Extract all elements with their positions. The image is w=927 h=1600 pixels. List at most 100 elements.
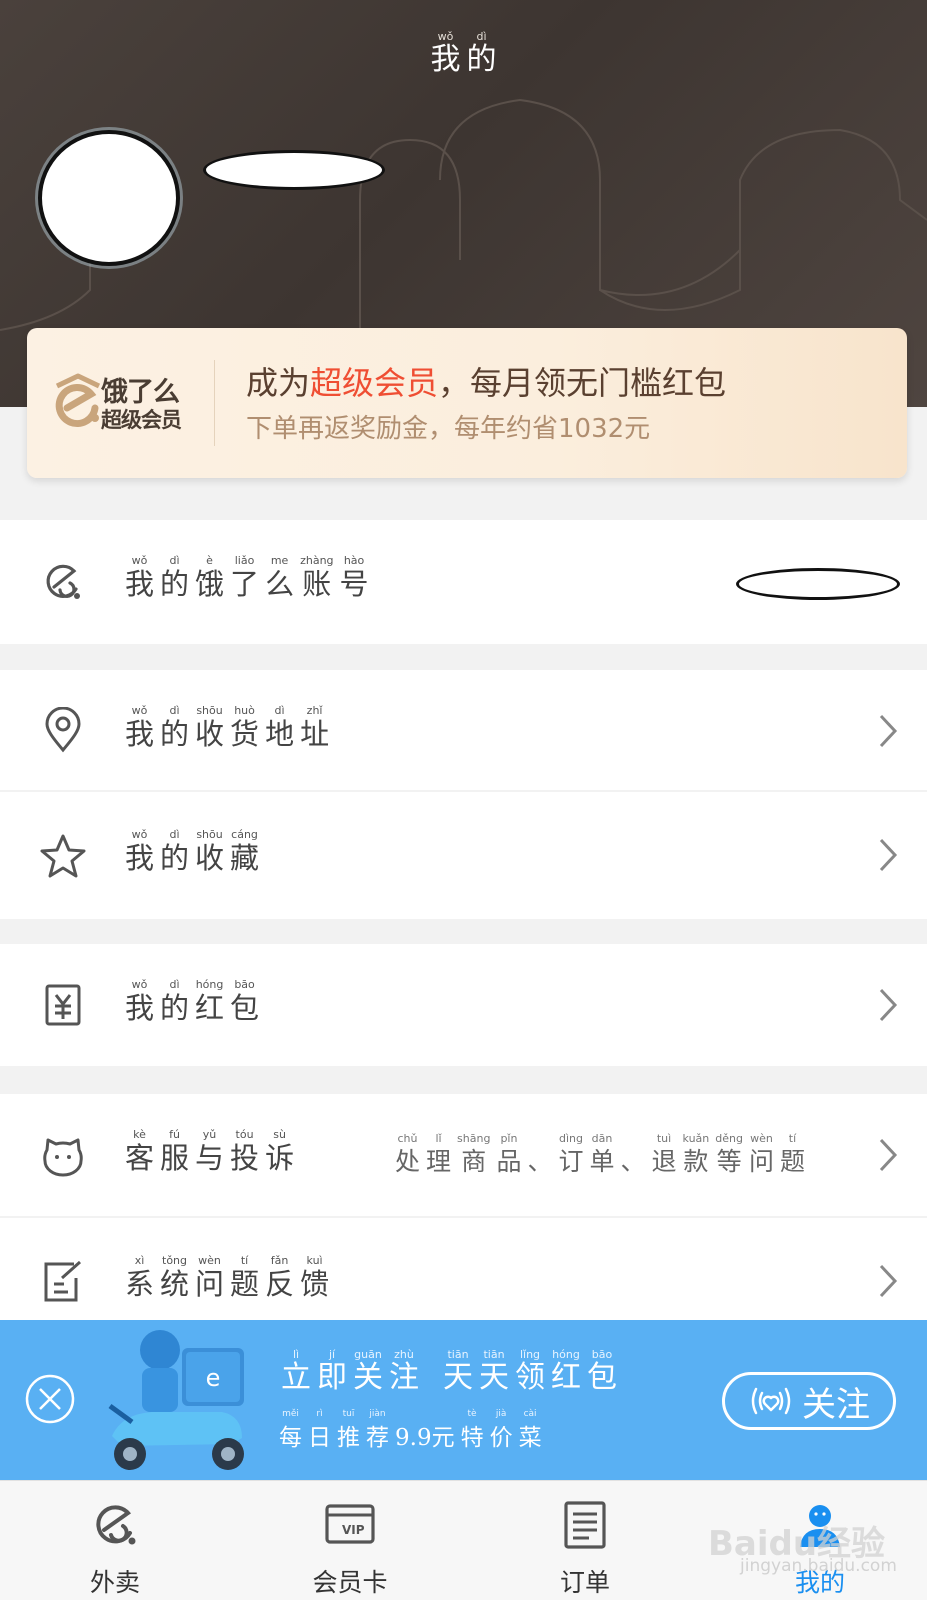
pinyin: kuì [306,1254,323,1267]
close-icon[interactable] [24,1373,76,1425]
ruby-char: huò 货 [230,704,259,751]
pinyin: fǎn [270,1254,289,1267]
hanzi: 我 [430,42,461,77]
pinyin: tuī [342,1409,355,1419]
pinyin: xì [134,1254,145,1267]
ruby-char: sù 诉 [265,1128,294,1175]
ruby-char: tóu 投 [230,1128,259,1175]
pinyin: me [270,554,289,567]
hanzi: 品 [496,1147,522,1176]
pinyin: dì [169,828,180,841]
pinyin: tǒng [162,1254,188,1267]
hanzi: 反 [265,1267,295,1301]
ruby-char: bāo 包 [230,978,259,1025]
ruby-char: 、 [527,1132,552,1179]
hanzi: 推 [337,1425,360,1451]
pinyin: tuì [656,1132,672,1145]
service-hint-text: chǔ 处 lǐ 理 shāng 商 pǐn 品 、 dìng 订 dān 单 、 tuì 退 kuǎn 款 d… [392,1132,808,1179]
ruby-char: yǔ 与 [195,1128,224,1175]
ruby-char: wǒ 我 [125,554,154,601]
hanzi: 址 [300,717,330,751]
ruby-char: dì 地 [265,704,294,751]
hanzi: 款 [683,1147,709,1176]
hanzi: 收 [195,841,225,875]
tab-label: 会员卡 [312,1568,388,1597]
eleme-account-icon [46,564,80,599]
hanzi: 账 [302,567,332,601]
ruby-char: cài 菜 [519,1408,542,1455]
menu-row-account[interactable]: wǒ 我 dì 的 è 饿 liǎo 了 me 么 zhàng 账 hào 号 [0,520,927,644]
hanzi: 处 [395,1147,421,1176]
divider [214,360,215,446]
menu-label-customer-service: kè 客 fú 服 yǔ 与 tóu 投 sù 诉 [122,1128,297,1175]
pinyin [538,1132,542,1145]
ruby-char: xì 系 [125,1254,154,1301]
tab-label: 外卖 [89,1568,140,1597]
follow-banner[interactable]: e lì 立 jí 即 guān 关 zhù 注 tiān 天 tiān 天 lǐng 领 hóng 红 bāo… [0,1320,927,1480]
pinyin: tí [788,1132,797,1145]
ruby-char: chǔ 处 [395,1132,420,1179]
menu-row-customer-service[interactable]: kè 客 fú 服 yǔ 与 tóu 投 sù 诉 chǔ 处 lǐ 理 shāng 商 pǐn 品 、 dìng… [0,1094,927,1216]
ruby-char: wèn 问 [749,1132,774,1179]
ruby-char: zhàng 账 [300,554,333,601]
ruby-char: dì 的 [160,978,189,1025]
super-vip-banner[interactable]: 饿了么 超级会员 成为超级会员，每月领无门槛红包 下单再返奖励金，每年约省103… [27,328,907,478]
watermark-url: jingyan.baidu.com [740,1556,897,1576]
pinyin: wǒ [131,978,148,991]
hanzi: 每 [279,1425,302,1451]
menu-row-red-packet[interactable]: wǒ 我 dì 的 hóng 红 bāo 包 [0,944,927,1066]
eleme-logo-icon [55,373,101,427]
pinyin: shōu [196,704,223,717]
avatar[interactable] [38,130,180,266]
hanzi: 的 [160,567,190,601]
tab-takeout[interactable]: 外卖 [25,1481,205,1600]
hanzi: 红 [195,991,225,1025]
menu-row-favorites[interactable]: wǒ 我 dì 的 shōu 收 cáng 藏 [0,792,927,919]
hanzi: 的 [466,42,497,77]
pinyin: dān [591,1132,613,1145]
pinyin: tè [467,1409,477,1419]
pinyin: zhàng [300,554,334,567]
pinyin: è [206,554,213,567]
ruby-char: shōu 收 [195,828,224,875]
chevron-right-icon [879,1264,898,1298]
pinyin: shāng [457,1132,491,1145]
hanzi: 荐 [366,1425,389,1451]
chevron-right-icon [879,1138,898,1172]
tab-label: 订单 [559,1568,610,1597]
ruby-char: tiān 天 [479,1348,509,1395]
ruby-char: tuì 退 [652,1132,677,1179]
star-icon [40,834,86,878]
hanzi: 诉 [265,1141,295,1175]
hanzi: 系 [125,1267,155,1301]
pinyin: wǒ [131,704,148,717]
pinyin: kuǎn [682,1132,710,1145]
ruby-char: dì 的 [160,828,189,875]
hanzi: 客 [125,1141,155,1175]
hanzi: 统 [160,1267,190,1301]
hanzi: 日 [308,1425,331,1451]
svg-text:e: e [206,1364,221,1392]
hanzi: 注 [389,1360,419,1395]
pinyin: lǐ [435,1132,442,1145]
menu-label-red-packet: wǒ 我 dì 的 hóng 红 bāo 包 [122,978,262,1025]
ruby-char: wǒ 我 [125,704,154,751]
pinyin: dì [274,704,285,717]
ruby-char: wǒ 我 [125,828,154,875]
hanzi: 了 [230,567,260,601]
pinyin: měi [282,1409,299,1419]
ruby-char: fǎn 反 [265,1254,294,1301]
menu-label-feedback: xì 系 tǒng 统 wèn 问 tí 题 fǎn 反 kuì 馈 [122,1254,332,1301]
tab-orders[interactable]: 订单 [495,1481,675,1600]
menu-row-address[interactable]: wǒ 我 dì 的 shōu 收 huò 货 dì 地 zhǐ 址 [0,670,927,790]
hanzi: 与 [195,1141,225,1175]
hanzi: 么 [265,567,295,601]
follow-button[interactable]: 关注 [722,1372,896,1430]
username-redacted[interactable] [203,150,385,190]
hanzi: 、 [620,1147,646,1176]
ruby-char: kuǎn 款 [683,1132,710,1179]
pinyin: cài [523,1409,537,1419]
hanzi: 的 [160,991,190,1025]
menu-row-feedback[interactable]: xì 系 tǒng 统 wèn 问 tí 题 fǎn 反 kuì 馈 [0,1218,927,1320]
tab-vip-card[interactable]: VIP 会员卡 [260,1481,440,1600]
